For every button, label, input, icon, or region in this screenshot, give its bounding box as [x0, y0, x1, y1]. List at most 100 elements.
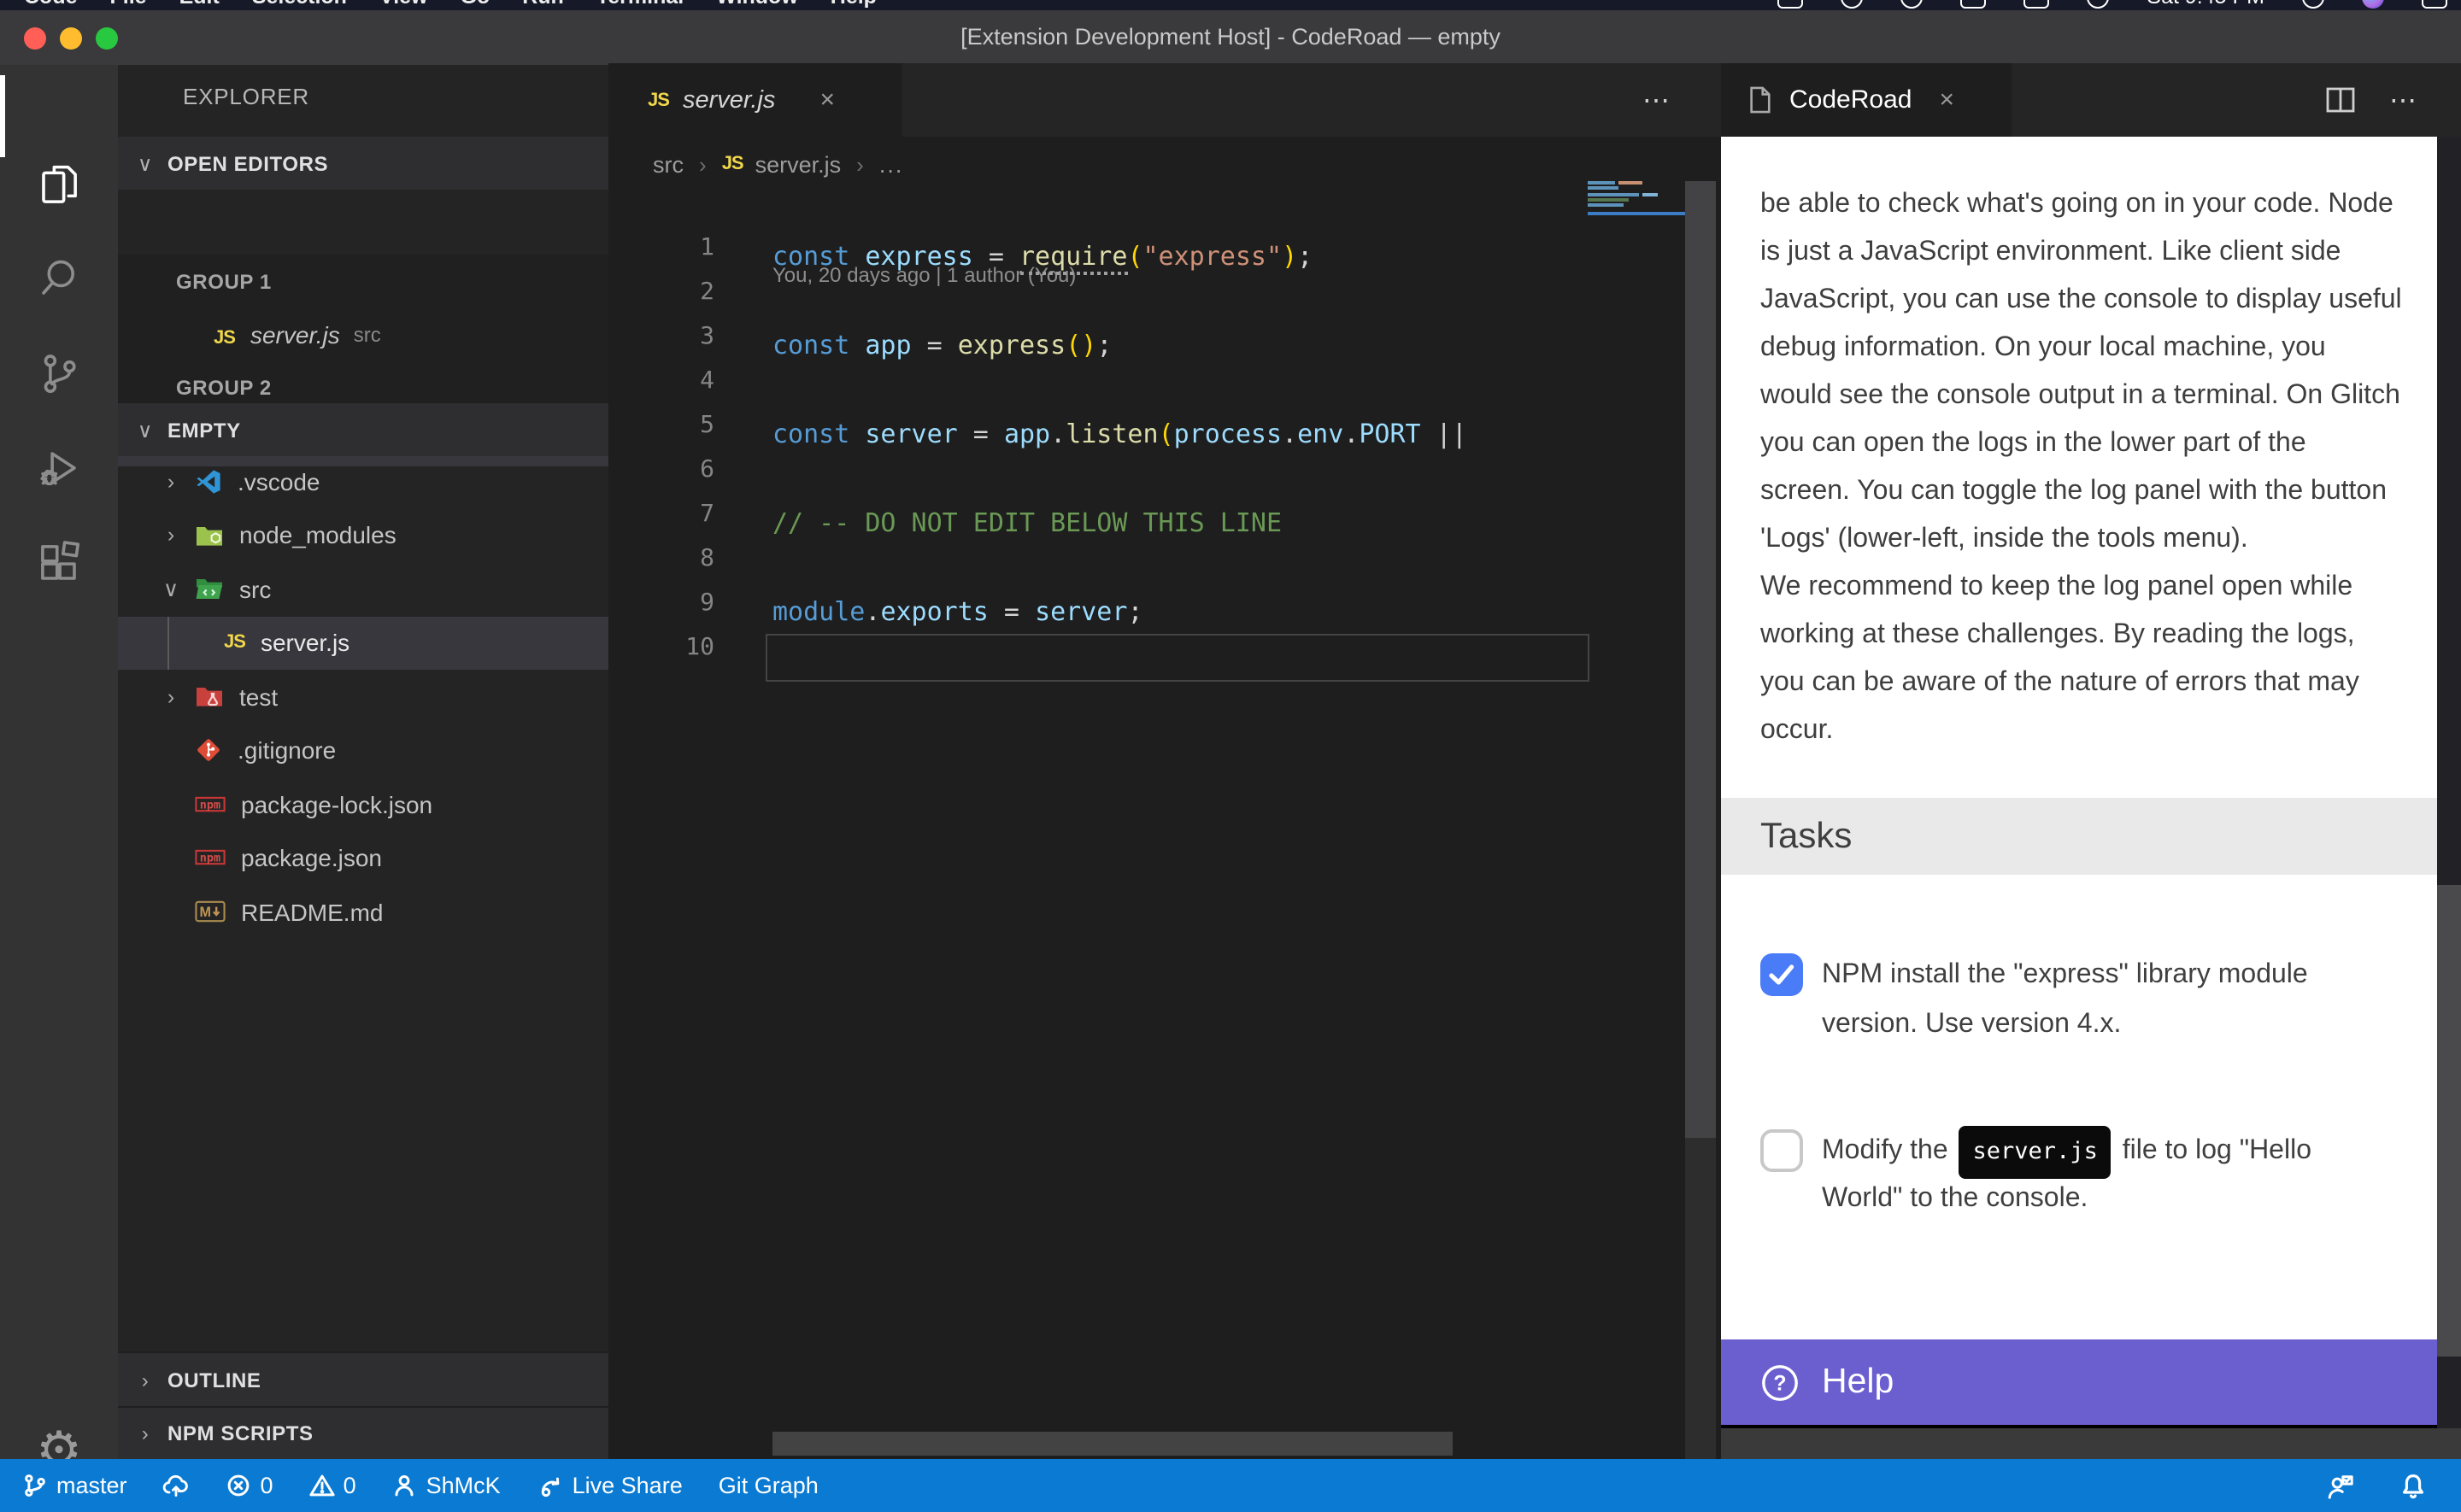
tree-item-vscode[interactable]: ›.vscode	[118, 454, 608, 508]
task-text-line: World" to the console.	[1822, 1175, 2088, 1223]
open-editors-section-header[interactable]: ∨ OPEN EDITORS	[118, 137, 608, 190]
menu-item-help[interactable]: Help	[831, 0, 877, 9]
status-item-label: ShMcK	[426, 1473, 501, 1498]
menu-item-view[interactable]: View	[379, 0, 428, 9]
tree-item-packagejson[interactable]: npmpackage.json	[118, 831, 608, 885]
status-item-label: 0	[261, 1473, 273, 1498]
line-number: 4	[646, 367, 714, 395]
code-line-10	[772, 634, 1586, 678]
activity-item-explorer[interactable]	[0, 138, 118, 231]
tree-item-gitignore[interactable]: .gitignore	[118, 724, 608, 777]
feedback-icon	[2326, 1472, 2355, 1499]
tab-coderoad[interactable]: CodeRoad ×	[1721, 63, 2012, 137]
title-bar: [Extension Development Host] - CodeRoad …	[0, 10, 2461, 67]
help-question-icon: ?	[1760, 1363, 1800, 1402]
status-item-notifications[interactable]	[2399, 1472, 2427, 1499]
editor-label: server.js	[250, 320, 340, 348]
tree-item-node_modules[interactable]: ›node_modules	[118, 508, 608, 562]
tab-server-js[interactable]: JS server.js ×	[608, 63, 902, 137]
tree-item-test[interactable]: ›test	[118, 670, 608, 724]
activity-item-search[interactable]	[0, 231, 118, 323]
js-file-icon: JS	[648, 90, 669, 110]
menu-item-code[interactable]: Code	[24, 0, 78, 9]
menu-item-file[interactable]: File	[110, 0, 147, 9]
task-checkbox-unchecked[interactable]	[1760, 1129, 1803, 1172]
tutorial-text-line: debug information. On your local machine…	[1760, 324, 2326, 372]
webview-scrollbar-thumb[interactable]	[2436, 885, 2461, 1357]
menu-item-edit[interactable]: Edit	[179, 0, 220, 9]
status-item-warnings[interactable]: 0	[309, 1473, 356, 1498]
siri-icon	[2362, 0, 2384, 8]
menu-item-run[interactable]: Run	[522, 0, 564, 9]
split-editor-icon[interactable]	[2326, 87, 2355, 113]
tree-item-readmemd[interactable]: MREADME.md	[118, 885, 608, 939]
editor-horizontal-scrollbar[interactable]	[772, 1432, 1453, 1456]
menu-status-glyph	[1960, 0, 1986, 8]
close-icon[interactable]: ×	[819, 85, 835, 114]
menu-clock: Sat 9:45 PM	[2147, 0, 2264, 9]
branch-icon	[22, 1473, 48, 1498]
tutorial-text-line: occur.	[1760, 706, 1833, 754]
menu-item-go[interactable]: Go	[461, 0, 490, 9]
status-item-live-share[interactable]: Live Share	[537, 1473, 683, 1498]
chevron-right-icon: ›	[132, 1422, 159, 1446]
tree-item-serverjs[interactable]: JSserver.js	[118, 616, 608, 670]
activity-item-run-debug[interactable]	[0, 422, 118, 514]
menu-status-icons: Sat 9:45 PM	[1777, 0, 2447, 9]
activity-item-source-control[interactable]	[0, 326, 118, 419]
tutorial-text-line: is just a JavaScript environment. Like c…	[1760, 228, 2341, 276]
coderoad-panel: CodeRoad × ⋯ be able to check what's goi…	[1721, 65, 2461, 1459]
tree-item-label: .gitignore	[238, 737, 336, 765]
vscode-window: Code File Edit Selection View Go Run Terminal Wi…	[0, 0, 2461, 1512]
line-number: 8	[646, 545, 714, 572]
open-editors-label: OPEN EDITORS	[167, 151, 328, 175]
folder-section-header[interactable]: ∨ EMPTY	[118, 401, 608, 456]
tutorial-text-line: be able to check what's going on in your…	[1760, 180, 2393, 228]
code-line-4	[772, 367, 1586, 412]
file-icon	[1747, 85, 1772, 114]
more-actions-icon[interactable]: ⋯	[2389, 83, 2420, 117]
inline-code-chip: server.js	[1959, 1126, 2112, 1179]
sidebar-section-npm-scripts[interactable]: ›NPM SCRIPTS	[118, 1405, 608, 1459]
tutorial-text-line: you can open the logs in the lower part …	[1760, 419, 2306, 467]
code-line-8	[772, 545, 1586, 589]
menu-item-terminal[interactable]: Terminal	[596, 0, 684, 9]
minimap[interactable]	[1588, 181, 1685, 284]
open-editor-serverjs[interactable]: JSserver.jssrc	[118, 308, 608, 360]
menu-status-glyph	[1777, 0, 1803, 8]
status-item-git-graph[interactable]: Git Graph	[719, 1473, 819, 1498]
editor-vertical-scrollbar-thumb[interactable]	[1685, 181, 1716, 1138]
code-line-6	[772, 456, 1586, 501]
help-section-bar[interactable]: ? Help	[1721, 1339, 2436, 1425]
status-item-git-branch[interactable]: master	[22, 1473, 127, 1498]
status-item-errors[interactable]: 0	[226, 1473, 273, 1498]
breadcrumb-symbol[interactable]: ...	[879, 151, 904, 177]
status-item-account[interactable]: ShMcK	[392, 1473, 501, 1498]
breadcrumb-folder[interactable]: src	[653, 151, 684, 177]
sidebar-title: EXPLORER	[183, 84, 309, 109]
tree-item-src[interactable]: ∨src	[118, 562, 608, 616]
minimap-code-line	[1588, 198, 1632, 202]
tab-label: server.js	[683, 86, 776, 114]
sidebar-section-outline[interactable]: ›OUTLINE	[118, 1351, 608, 1407]
menu-item-selection[interactable]: Selection	[252, 0, 347, 9]
tree-item-label: package.json	[241, 845, 382, 872]
menu-item-window[interactable]: Window	[716, 0, 798, 9]
status-item-sync[interactable]	[163, 1473, 191, 1498]
line-number: 7	[646, 501, 714, 528]
menu-status-glyph	[1900, 0, 1923, 8]
tree-item-packagelockjson[interactable]: npmpackage-lock.json	[118, 777, 608, 831]
task-text-line: Modify the server.js file to log "Hello	[1822, 1126, 2311, 1174]
minimap-code-line	[1588, 187, 1622, 190]
task-checkbox-checked[interactable]	[1760, 953, 1803, 996]
tutorial-text-line: would see the console output in a termin…	[1760, 372, 2400, 419]
breadcrumb-file[interactable]: server.js	[755, 151, 842, 177]
editor-actions-more-icon[interactable]: ⋯	[1642, 63, 1673, 137]
status-item-feedback[interactable]	[2326, 1472, 2355, 1499]
code-line-2	[772, 278, 1586, 323]
code-line-7: // -- DO NOT EDIT BELOW THIS LINE	[772, 501, 1586, 545]
menu-status-glyph	[2087, 0, 2109, 8]
activity-item-extensions[interactable]	[0, 516, 118, 608]
close-icon[interactable]: ×	[1939, 85, 1954, 114]
chevron-right-icon: ›	[159, 470, 183, 494]
